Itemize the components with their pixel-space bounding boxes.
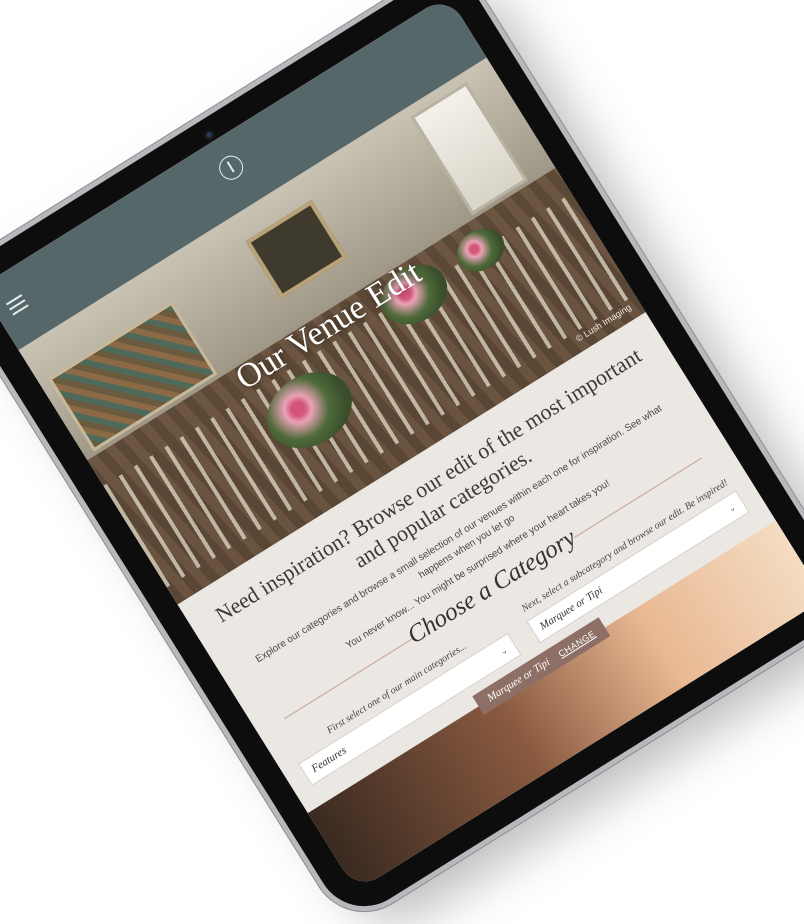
logo-icon[interactable] [214, 151, 248, 185]
hamburger-menu-icon[interactable] [5, 294, 29, 316]
tablet-device: Our Venue Edit © Lush Imaging Need inspi… [0, 0, 804, 924]
tablet-screen: Our Venue Edit © Lush Imaging Need inspi… [0, 0, 804, 892]
chevron-down-icon: ⌄ [725, 501, 738, 515]
main-category-value: Features [309, 744, 349, 776]
chevron-down-icon: ⌄ [497, 644, 510, 657]
